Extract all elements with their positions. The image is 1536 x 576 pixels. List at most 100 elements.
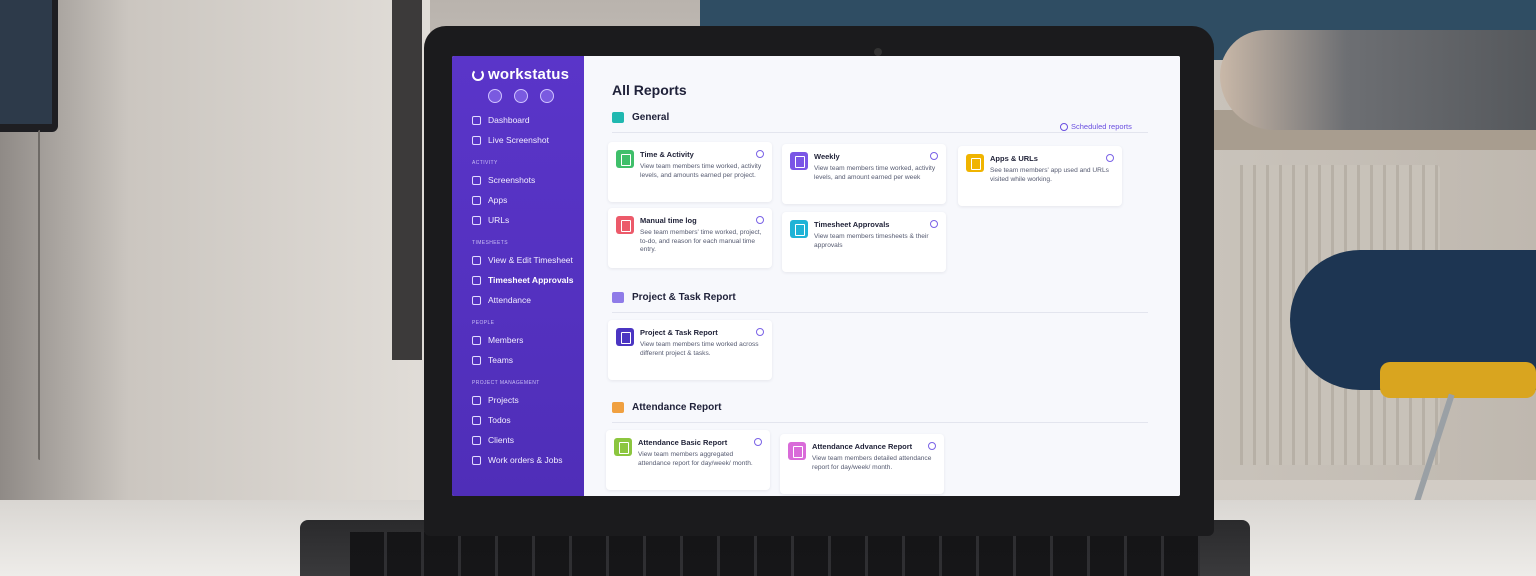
urls-icon xyxy=(472,215,481,225)
approval-icon xyxy=(790,220,808,238)
sidebar-item-work-orders[interactable]: Work orders & Jobs xyxy=(468,450,584,470)
sidebar-item-timesheet-approvals[interactable]: Timesheet Approvals xyxy=(468,270,584,290)
report-card-weekly[interactable]: Weekly View team members time worked, ac… xyxy=(782,144,946,204)
main-content: All Reports General Scheduled reports Ti… xyxy=(584,56,1180,496)
select-radio[interactable] xyxy=(930,152,938,160)
laptop-screen: workstatus Dashboard Live Screenshot ACT… xyxy=(452,56,1180,496)
select-radio[interactable] xyxy=(1106,154,1114,162)
section-project-task: Project & Task Report xyxy=(612,292,736,303)
section-divider xyxy=(612,132,1148,133)
sidebar-item-projects[interactable]: Projects xyxy=(468,390,584,410)
section-general: General xyxy=(612,112,669,123)
card-description: See team members' app used and URLs visi… xyxy=(990,167,1109,183)
sidebar-item-clients[interactable]: Clients xyxy=(468,430,584,450)
background-person-arm xyxy=(1220,30,1536,130)
general-icon xyxy=(612,112,624,123)
sidebar-item-urls[interactable]: URLs xyxy=(468,210,584,230)
manual-log-icon xyxy=(616,216,634,234)
projects-icon xyxy=(472,395,481,405)
sidebar-item-label: Members xyxy=(488,335,524,345)
card-description: View team members time worked across dif… xyxy=(640,341,759,357)
sidebar-section-title: PEOPLE xyxy=(472,320,495,326)
calendar-icon xyxy=(790,152,808,170)
report-card-manual-time-log[interactable]: Manual time log See team members' time w… xyxy=(608,208,772,268)
sidebar-item-dashboard[interactable]: Dashboard xyxy=(468,110,584,130)
card-description: View team members time worked, activity … xyxy=(814,165,936,181)
card-title: Manual time log xyxy=(640,216,697,225)
card-title: Weekly xyxy=(814,152,840,161)
scheduled-reports-link[interactable]: Scheduled reports xyxy=(1060,122,1132,131)
todos-icon xyxy=(472,415,481,425)
logo-icon xyxy=(472,68,484,81)
report-card-attendance-basic[interactable]: Attendance Basic Report View team member… xyxy=(606,430,770,490)
select-radio[interactable] xyxy=(756,216,764,224)
select-radio[interactable] xyxy=(754,438,762,446)
select-radio[interactable] xyxy=(928,442,936,450)
sidebar-item-todos[interactable]: Todos xyxy=(468,410,584,430)
app-logo[interactable]: workstatus xyxy=(472,66,569,83)
section-title: Attendance Report xyxy=(632,402,722,413)
sidebar-item-label: Screenshots xyxy=(488,175,536,185)
sidebar-top-icons xyxy=(488,89,554,103)
chart-icon xyxy=(616,150,634,168)
section-title: General xyxy=(632,112,670,123)
card-description: See team members' time worked, project, … xyxy=(640,229,762,254)
dashboard-icon xyxy=(472,115,481,125)
timer-icon[interactable] xyxy=(488,89,502,103)
select-radio[interactable] xyxy=(930,220,938,228)
sidebar-item-label: Live Screenshot xyxy=(488,135,549,145)
sidebar-item-label: Clients xyxy=(488,435,514,445)
sidebar-item-screenshots[interactable]: Screenshots xyxy=(468,170,584,190)
select-radio[interactable] xyxy=(756,328,764,336)
work-orders-icon xyxy=(472,455,481,465)
page-title: All Reports xyxy=(612,82,687,98)
project-icon xyxy=(616,328,634,346)
sidebar: workstatus Dashboard Live Screenshot ACT… xyxy=(452,56,584,496)
section-attendance: Attendance Report xyxy=(612,402,721,413)
report-card-project-task[interactable]: Project & Task Report View team members … xyxy=(608,320,772,380)
sidebar-item-label: Dashboard xyxy=(488,115,530,125)
card-description: View team members time worked, activity … xyxy=(640,163,762,179)
background-chair xyxy=(1380,362,1536,398)
sidebar-item-members[interactable]: Members xyxy=(468,330,584,350)
sidebar-item-attendance[interactable]: Attendance xyxy=(468,290,584,310)
sidebar-item-live-screenshot[interactable]: Live Screenshot xyxy=(468,130,584,150)
sidebar-item-label: Attendance xyxy=(488,295,532,305)
card-title: Project & Task Report xyxy=(640,328,718,337)
report-card-timesheet-approvals[interactable]: Timesheet Approvals View team members ti… xyxy=(782,212,946,272)
sidebar-section-title: ACTIVITY xyxy=(472,160,498,166)
sidebar-item-teams[interactable]: Teams xyxy=(468,350,584,370)
screenshots-icon xyxy=(472,175,481,185)
sidebar-item-label: Teams xyxy=(488,355,514,365)
report-card-attendance-advance[interactable]: Attendance Advance Report View team memb… xyxy=(780,434,944,494)
section-divider xyxy=(612,422,1148,423)
sidebar-item-label: Timesheet Approvals xyxy=(488,275,574,285)
background-cable xyxy=(38,130,42,460)
teams-icon xyxy=(472,355,481,365)
section-divider xyxy=(612,312,1148,313)
sidebar-item-label: Projects xyxy=(488,395,519,405)
card-description: View team members timesheets & their app… xyxy=(814,233,929,249)
sidebar-item-label: URLs xyxy=(488,215,510,225)
attendance-basic-icon xyxy=(614,438,632,456)
sidebar-section-title: PROJECT MANAGEMENT xyxy=(472,380,540,386)
background-monitor xyxy=(0,0,58,132)
bell-icon[interactable] xyxy=(540,89,554,103)
sidebar-item-label: Apps xyxy=(488,195,508,205)
sidebar-item-view-edit-timesheet[interactable]: View & Edit Timesheet xyxy=(468,250,584,270)
approvals-icon xyxy=(472,275,481,285)
sidebar-item-apps[interactable]: Apps xyxy=(468,190,584,210)
select-radio[interactable] xyxy=(756,150,764,158)
card-title: Apps & URLs xyxy=(990,154,1038,163)
clock-icon xyxy=(1060,122,1068,131)
clients-icon xyxy=(472,435,481,445)
card-title: Attendance Advance Report xyxy=(812,442,913,451)
laptop-keyboard xyxy=(350,532,1200,576)
sidebar-item-label: Todos xyxy=(488,415,511,425)
play-icon[interactable] xyxy=(514,89,528,103)
report-card-time-activity[interactable]: Time & Activity View team members time w… xyxy=(608,142,772,202)
attendance-section-icon xyxy=(612,402,624,413)
screenshot-icon xyxy=(472,135,481,145)
sidebar-section-title: TIMESHEETS xyxy=(472,240,508,246)
report-card-apps-urls[interactable]: Apps & URLs See team members' app used a… xyxy=(958,146,1122,206)
